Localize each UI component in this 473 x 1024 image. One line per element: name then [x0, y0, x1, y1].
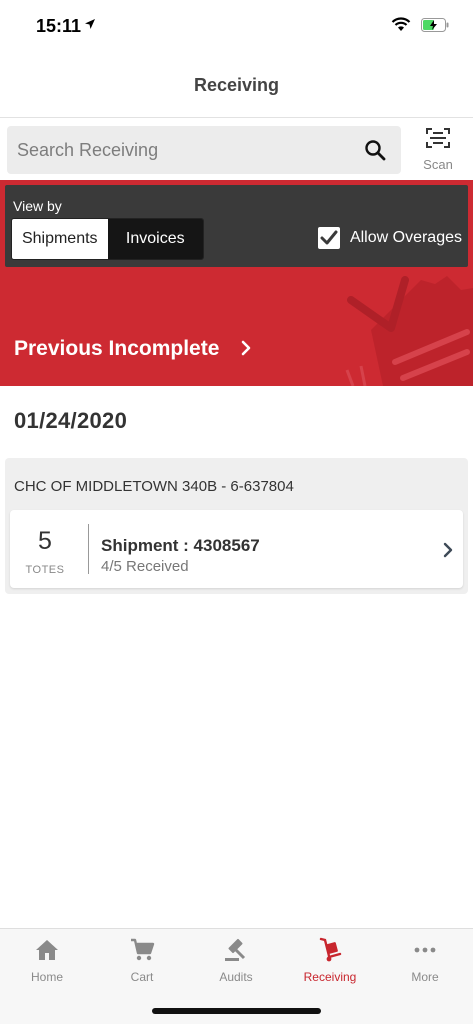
home-indicator	[152, 1008, 321, 1014]
previous-incomplete-label: Previous Incomplete	[14, 337, 220, 360]
more-icon	[378, 937, 472, 965]
home-icon	[0, 937, 94, 965]
search-box[interactable]	[7, 126, 401, 174]
gavel-icon	[189, 937, 283, 965]
previous-incomplete-link[interactable]: Previous Incomplete	[14, 336, 251, 362]
scan-button[interactable]: Scan	[410, 126, 466, 176]
totes-label: TOTES	[25, 564, 65, 576]
shipments-segment[interactable]: Shipments	[12, 219, 108, 259]
status-time: 15:11	[36, 16, 82, 36]
shipment-group-card: CHC OF MIDDLETOWN 340B - 6-637804 5 TOTE…	[5, 458, 468, 594]
tab-label: Cart	[130, 970, 154, 984]
allow-overages-label: Allow Overages	[349, 229, 462, 246]
tab-label: Home	[30, 970, 63, 984]
totes-count: 5	[38, 527, 52, 555]
battery-icon	[421, 18, 449, 37]
group-title: CHC OF MIDDLETOWN 340B - 6-637804	[14, 478, 294, 495]
tab-receiving[interactable]: Receiving	[283, 937, 377, 997]
chevron-right-icon	[443, 542, 453, 563]
search-input[interactable]	[17, 136, 347, 164]
page-title: Receiving	[193, 75, 280, 95]
allow-overages-toggle[interactable]: Allow Overages	[317, 227, 462, 249]
view-by-segmented-control: Shipments Invoices	[11, 218, 204, 260]
cart-icon	[95, 937, 189, 965]
shipment-title: Shipment : 4308567	[101, 536, 260, 555]
view-by-panel: View by Shipments Invoices Allow Overage…	[5, 185, 468, 267]
chevron-right-icon	[241, 338, 251, 362]
search-row: Scan	[0, 118, 473, 180]
shipment-row[interactable]: 5 TOTES Shipment : 4308567 4/5 Received	[10, 510, 463, 588]
shipment-status: 4/5 Received	[101, 558, 189, 575]
allow-overages-checkbox[interactable]	[317, 227, 340, 249]
status-bar: 15:11	[0, 0, 473, 50]
nav-header: Receiving	[0, 50, 473, 118]
invoices-segment[interactable]: Invoices	[107, 219, 203, 259]
wifi-icon	[391, 17, 411, 37]
tab-cart[interactable]: Cart	[95, 937, 189, 997]
tab-audits[interactable]: Audits	[189, 937, 283, 997]
location-arrow-icon	[84, 17, 96, 35]
receiving-banner: View by Shipments Invoices Allow Overage…	[0, 180, 473, 386]
barcode-scan-icon	[424, 128, 452, 154]
tab-more[interactable]: More	[378, 937, 472, 997]
hand-truck-icon	[283, 937, 377, 965]
date-heading: 01/24/2020	[14, 408, 128, 433]
search-icon[interactable]	[363, 138, 387, 167]
divider	[88, 524, 89, 574]
tab-label: Audits	[219, 970, 253, 984]
scan-label: Scan	[423, 157, 453, 172]
tab-label: More	[411, 970, 439, 984]
tab-home[interactable]: Home	[0, 937, 94, 997]
tab-label: Receiving	[303, 970, 357, 984]
receipt-decoration-icon	[343, 270, 473, 386]
view-by-label: View by	[13, 198, 62, 214]
